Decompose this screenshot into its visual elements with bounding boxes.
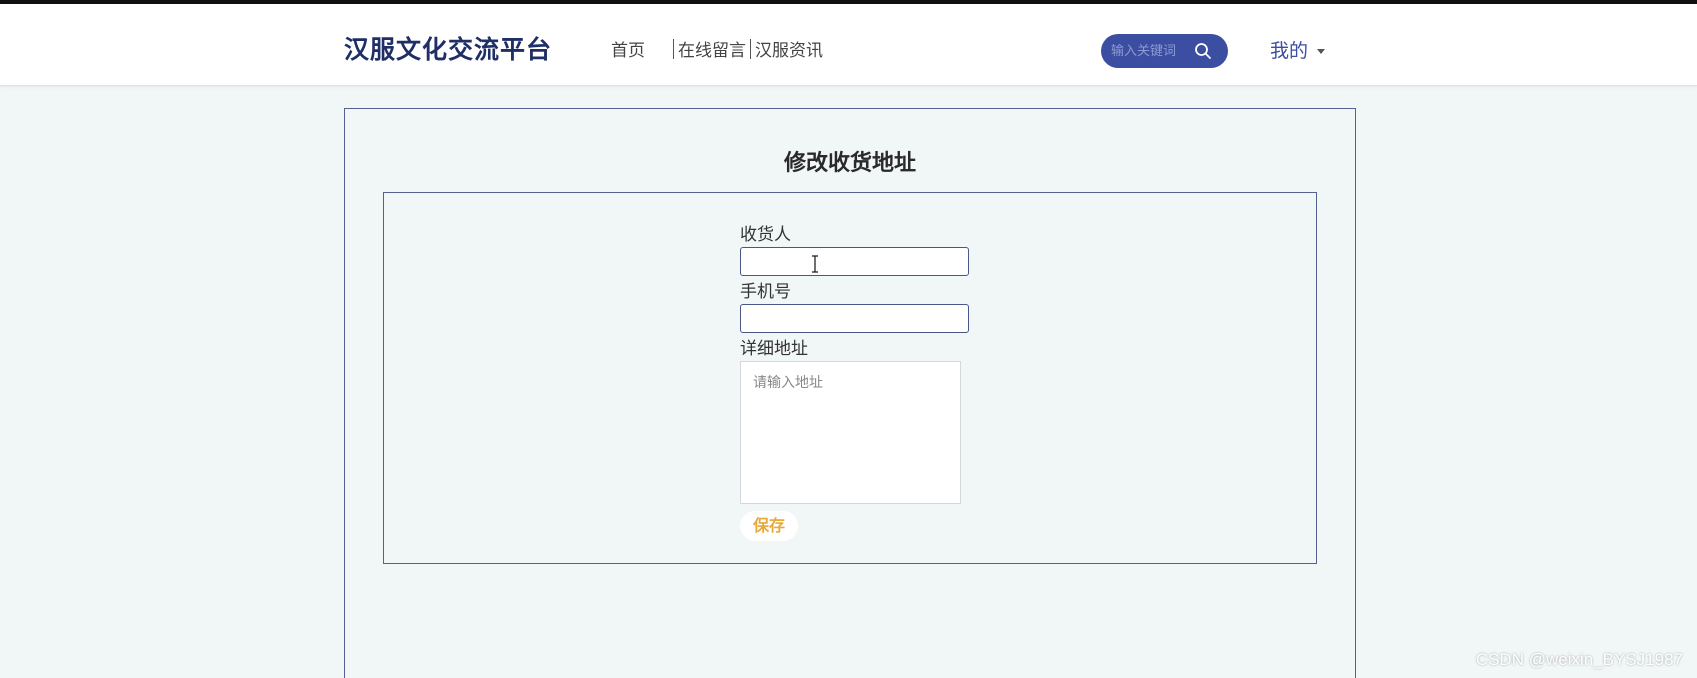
page-title: 修改收货地址	[783, 151, 916, 176]
search-input[interactable]	[1111, 43, 1197, 59]
user-menu[interactable]: 我的	[1270, 36, 1326, 63]
phone-input[interactable]	[740, 304, 969, 333]
search-icon[interactable]	[1194, 42, 1212, 60]
watermark: CSDN @weixin_BYSJ1987	[1475, 650, 1683, 669]
address-form-panel: 收货人 手机号 详细地址 保存	[383, 192, 1317, 564]
address-form: 收货人 手机号 详细地址 保存	[740, 225, 980, 541]
search-box	[1101, 34, 1228, 68]
phone-label: 手机号	[740, 282, 791, 302]
receiver-input[interactable]	[740, 247, 969, 276]
address-label: 详细地址	[740, 339, 808, 359]
receiver-label: 收货人	[740, 225, 791, 245]
content-panel: 修改收货地址 收货人 手机号 详细地址 保存	[344, 108, 1356, 678]
address-textarea[interactable]	[740, 361, 961, 504]
site-brand[interactable]: 汉服文化交流平台	[344, 30, 552, 66]
nav-item-home[interactable]: 首页	[611, 36, 645, 61]
nav-divider	[673, 38, 674, 59]
nav-divider	[750, 38, 751, 59]
text-cursor-icon	[812, 255, 818, 273]
nav-item-messages[interactable]: 在线留言	[678, 36, 746, 61]
site-header: 汉服文化交流平台 首页 在线留言 汉服资讯 我的	[0, 4, 1697, 86]
chevron-down-icon	[1317, 48, 1326, 54]
user-menu-label: 我的	[1270, 40, 1309, 62]
save-button[interactable]: 保存	[740, 511, 798, 541]
main-nav: 首页 在线留言 汉服资讯	[611, 36, 823, 61]
nav-item-news[interactable]: 汉服资讯	[755, 36, 823, 61]
